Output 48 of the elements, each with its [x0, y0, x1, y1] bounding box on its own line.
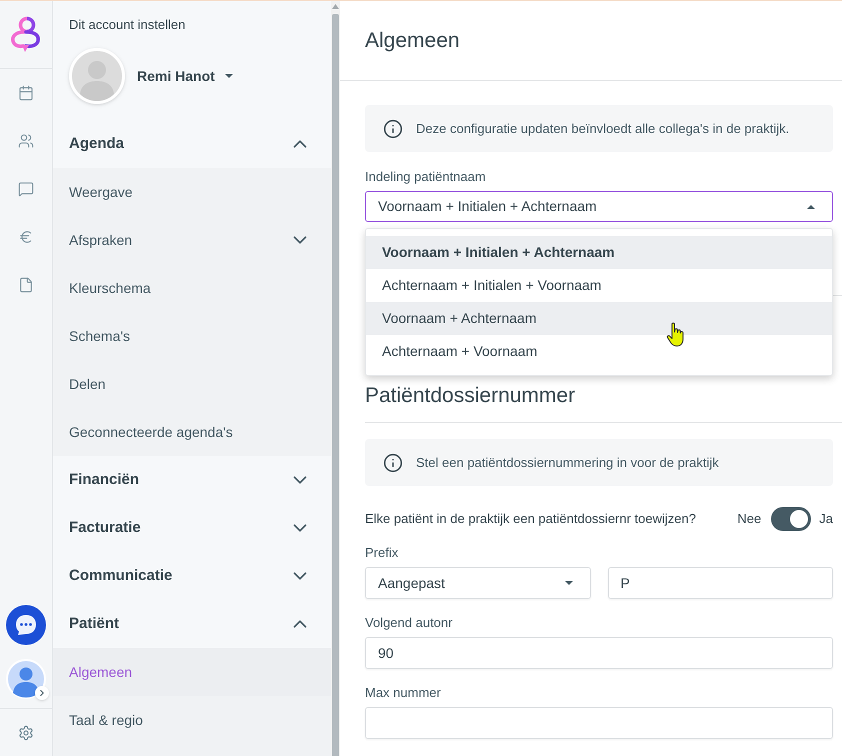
user-avatar-icon[interactable] — [6, 658, 46, 698]
toggle-on-label: Ja — [819, 510, 833, 528]
scrollbar-thumb[interactable] — [332, 14, 339, 756]
user-avatar-icon[interactable] — [69, 48, 125, 104]
chat-icon[interactable] — [18, 181, 34, 197]
user-menu-button[interactable]: Remi Hanot — [137, 66, 233, 86]
field-label: Volgend autonr — [365, 616, 454, 630]
name-format-select[interactable]: Voornaam + Initialen + Achternaam — [365, 191, 833, 222]
caret-down-icon — [564, 581, 572, 585]
field-label: Max nummer — [365, 686, 442, 700]
dropdown-option[interactable]: Voornaam + Initialen + Achternaam — [366, 236, 832, 269]
caret-down-icon — [224, 74, 233, 78]
info-icon — [383, 118, 403, 138]
field-label: Prefix — [365, 546, 400, 560]
settings-icon[interactable] — [18, 724, 34, 740]
support-chat-icon[interactable] — [6, 605, 46, 645]
logo-icon — [10, 16, 42, 54]
file-icon[interactable] — [18, 277, 34, 293]
euro-icon[interactable] — [18, 229, 34, 245]
dropdown-option[interactable]: Achternaam + Voornaam — [366, 335, 832, 368]
max-number-input[interactable] — [365, 707, 833, 739]
toggle-off-label: Nee — [737, 510, 762, 528]
prefix-input[interactable]: P — [608, 567, 833, 599]
hand-cursor-icon — [666, 322, 686, 348]
info-text: Deze configuratie updaten beïnvloedt alle collega's in de praktijk. — [416, 120, 790, 138]
calendar-icon[interactable] — [18, 85, 34, 101]
sidebar-section[interactable]: Facturatie — [53, 504, 331, 552]
info-icon — [383, 452, 403, 472]
sidebar-section[interactable]: Patiënt — [53, 600, 331, 648]
expand-badge[interactable] — [35, 686, 49, 700]
next-number-input[interactable]: 90 — [365, 637, 833, 669]
field-label: Indeling patiëntnaam — [365, 170, 487, 184]
users-icon[interactable] — [18, 133, 34, 149]
toggle-switch[interactable] — [771, 507, 812, 531]
dropdown-option[interactable]: Achternaam + Initialen + Voornaam — [366, 269, 832, 302]
caret-up-icon — [807, 204, 815, 208]
info-text: Stel een patiëntdossiernummering in voor de praktijk — [416, 454, 719, 472]
sidebar-section[interactable]: Communicatie — [53, 552, 331, 600]
prefix-select[interactable]: Aangepast — [365, 567, 590, 599]
sidebar-section[interactable]: Financiën — [53, 456, 331, 504]
sidebar-title: Dit account instellen — [69, 17, 186, 33]
page-title: Algemeen — [365, 28, 460, 54]
dropdown-option[interactable]: Voornaam + Achternaam — [366, 302, 832, 335]
question-text: Elke patiënt in de praktijk een patiëntdossiernr toewijzen? — [365, 510, 696, 528]
section-title: Patiëntdossiernummer — [365, 384, 576, 408]
sidebar-section[interactable]: Agenda — [53, 120, 331, 168]
sidebar-item[interactable]: Algemeen — [53, 648, 331, 696]
scroll-up-icon[interactable] — [332, 4, 339, 9]
